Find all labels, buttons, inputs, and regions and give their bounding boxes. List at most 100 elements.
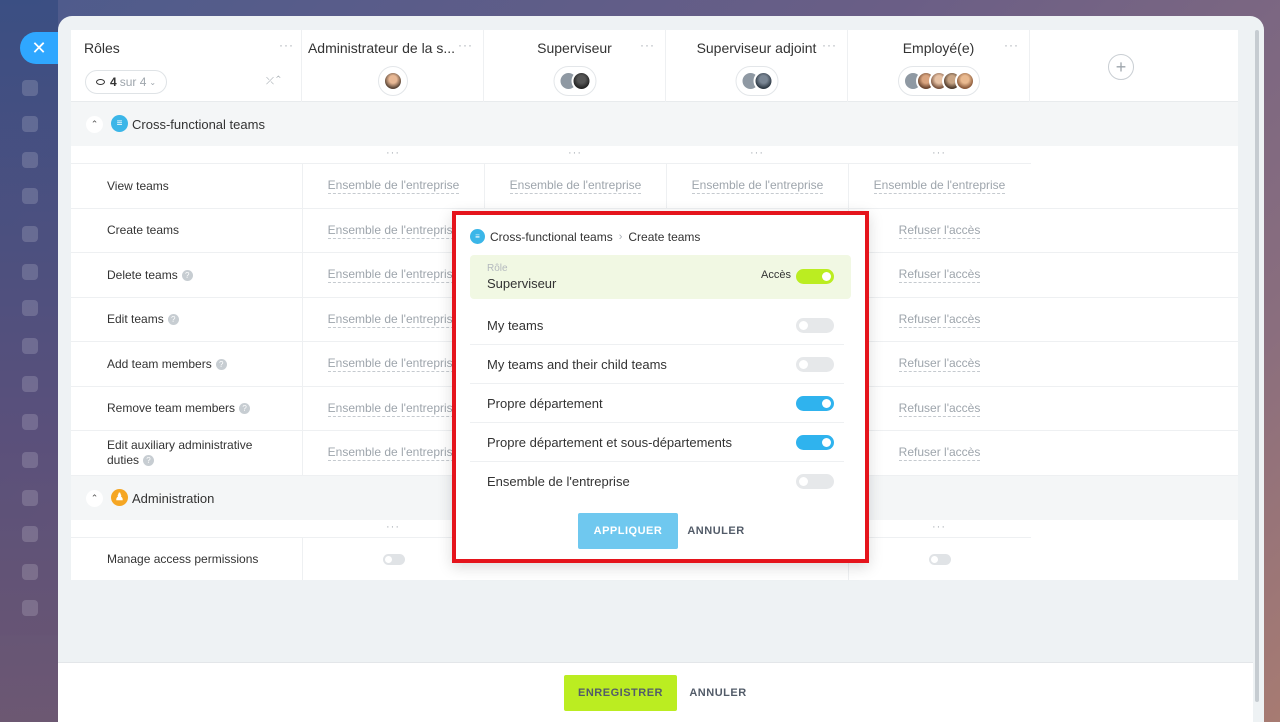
column-actions-icon[interactable]: ···	[848, 147, 1030, 159]
help-icon[interactable]: ?	[215, 358, 227, 370]
role-summary: Rôle Superviseur Accès	[470, 255, 851, 299]
option-toggle[interactable]	[796, 318, 834, 333]
permission-value[interactable]: Ensemble de l'entreprise	[848, 164, 1030, 208]
scrollbar[interactable]	[1255, 30, 1259, 702]
permission-value[interactable]: Refuser l'accès	[848, 342, 1030, 386]
sidebar-icon	[22, 264, 38, 280]
access-toggle[interactable]	[796, 269, 834, 284]
teams-icon: ≡	[111, 115, 128, 132]
permission-label: Remove team members?	[107, 387, 287, 430]
permission-row: View teams Ensemble de l'entreprise Ense…	[71, 164, 1238, 209]
roles-title: Rôles	[84, 40, 120, 56]
roles-counter-filter[interactable]: 4 sur 4 ⌄	[85, 70, 168, 94]
permission-value[interactable]: Ensemble de l'entreprise	[484, 164, 666, 208]
breadcrumb-item: Create teams	[628, 229, 701, 244]
section-cross-functional-teams: ⌃ ≡ Cross-functional teams	[71, 102, 1238, 146]
eye-icon	[96, 79, 105, 85]
sidebar-icon	[22, 338, 38, 354]
permission-label: Manage access permissions	[107, 551, 259, 566]
permission-label: View teams	[107, 178, 169, 193]
permission-value[interactable]: Refuser l'accès	[848, 209, 1030, 252]
option-toggle[interactable]	[796, 396, 834, 411]
breadcrumb-section: Cross-functional teams	[490, 229, 613, 244]
chevron-up-icon: ⌃	[90, 119, 99, 129]
avatar	[571, 71, 591, 91]
sidebar-icon	[22, 452, 38, 468]
role-column-header[interactable]: Superviseur ···	[484, 30, 666, 102]
sidebar-icon	[22, 226, 38, 242]
avatar-group[interactable]	[735, 66, 778, 96]
role-column-header[interactable]: Administrateur de la s... ···	[302, 30, 484, 102]
column-actions-icon[interactable]: ···	[484, 147, 666, 159]
permission-value[interactable]: Refuser l'accès	[848, 387, 1030, 430]
option-toggle[interactable]	[796, 474, 834, 489]
avatar-group[interactable]	[897, 66, 980, 96]
column-menu-icon[interactable]: ···	[1004, 38, 1019, 52]
column-actions-icon[interactable]: ···	[848, 521, 1030, 533]
help-icon[interactable]: ?	[181, 269, 193, 281]
option-row: Propre département	[470, 384, 844, 423]
column-menu-icon[interactable]: ···	[458, 38, 473, 52]
popup-cancel-button[interactable]: ANNULER	[686, 513, 746, 549]
role-column-header[interactable]: Superviseur adjoint ···	[666, 30, 848, 102]
collapse-section-button[interactable]: ⌃	[86, 490, 103, 507]
option-row: My teams	[470, 306, 844, 345]
permission-switch[interactable]	[928, 553, 951, 565]
grid-header: Rôles ··· 4 sur 4 ⌄ ⤫⌃ Administrateur de…	[71, 30, 1238, 102]
permission-value[interactable]: Refuser l'accès	[848, 298, 1030, 341]
sidebar-icon	[22, 490, 38, 506]
help-icon[interactable]: ?	[143, 455, 155, 467]
administration-icon: ♟	[111, 489, 128, 506]
role-column-title: Superviseur	[537, 40, 612, 56]
permission-value[interactable]: Ensemble de l'entreprise	[302, 164, 484, 208]
permission-label: Delete teams?	[107, 253, 287, 297]
chevron-down-icon: ⌄	[149, 77, 157, 87]
footer-bar: ENREGISTRER ANNULER	[58, 662, 1253, 722]
permission-label: Edit teams?	[107, 298, 287, 341]
section-label: Administration	[132, 491, 215, 506]
background-sidebar	[0, 0, 58, 722]
chevron-right-icon: ›	[618, 230, 623, 243]
option-label: My teams and their child teams	[487, 357, 667, 372]
breadcrumb: ≡ Cross-functional teams › Create teams	[470, 229, 700, 244]
sidebar-icon	[22, 300, 38, 316]
option-label: Ensemble de l'entreprise	[487, 474, 630, 489]
roles-menu-icon[interactable]: ···	[279, 38, 294, 52]
cancel-button[interactable]: ANNULER	[688, 675, 748, 711]
help-icon[interactable]: ?	[167, 314, 179, 326]
collapse-expand-icon[interactable]: ⤫⌃	[266, 76, 283, 87]
sidebar-icon	[22, 152, 38, 168]
permission-value[interactable]: Refuser l'accès	[848, 253, 1030, 297]
permission-toggle-cell[interactable]	[848, 538, 1030, 580]
role-column-header[interactable]: Employé(e) ···	[848, 30, 1030, 102]
column-actions-icon[interactable]: ···	[302, 147, 484, 159]
close-slider-button[interactable]: ✕	[20, 32, 58, 64]
column-menu-icon[interactable]: ···	[822, 38, 837, 52]
option-row: My teams and their child teams	[470, 345, 844, 384]
option-toggle[interactable]	[796, 357, 834, 372]
save-button[interactable]: ENREGISTRER	[564, 675, 677, 711]
sidebar-icon	[22, 600, 38, 616]
popup-highlight-frame: ≡ Cross-functional teams › Create teams …	[452, 211, 869, 563]
sidebar-icon	[22, 564, 38, 580]
permission-value[interactable]: Refuser l'accès	[848, 431, 1030, 475]
column-menu-icon[interactable]: ···	[640, 38, 655, 52]
plus-icon: +	[1115, 57, 1127, 77]
sidebar-icon	[22, 116, 38, 132]
avatar-group[interactable]	[377, 66, 408, 96]
option-row: Ensemble de l'entreprise	[470, 462, 844, 501]
collapse-section-button[interactable]: ⌃	[86, 116, 103, 133]
sidebar-icon	[22, 526, 38, 542]
apply-button[interactable]: APPLIQUER	[578, 513, 678, 549]
help-icon[interactable]: ?	[239, 403, 251, 415]
option-toggle[interactable]	[796, 435, 834, 450]
column-actions-icon[interactable]: ···	[666, 147, 848, 159]
sidebar-icon	[22, 188, 38, 204]
avatar	[954, 71, 975, 91]
option-label: Propre département	[487, 396, 603, 411]
add-role-button[interactable]: +	[1108, 54, 1134, 80]
access-level-popup: ≡ Cross-functional teams › Create teams …	[456, 215, 865, 559]
avatar-group[interactable]	[553, 66, 596, 96]
permission-value[interactable]: Ensemble de l'entreprise	[666, 164, 848, 208]
permission-switch[interactable]	[382, 553, 405, 565]
